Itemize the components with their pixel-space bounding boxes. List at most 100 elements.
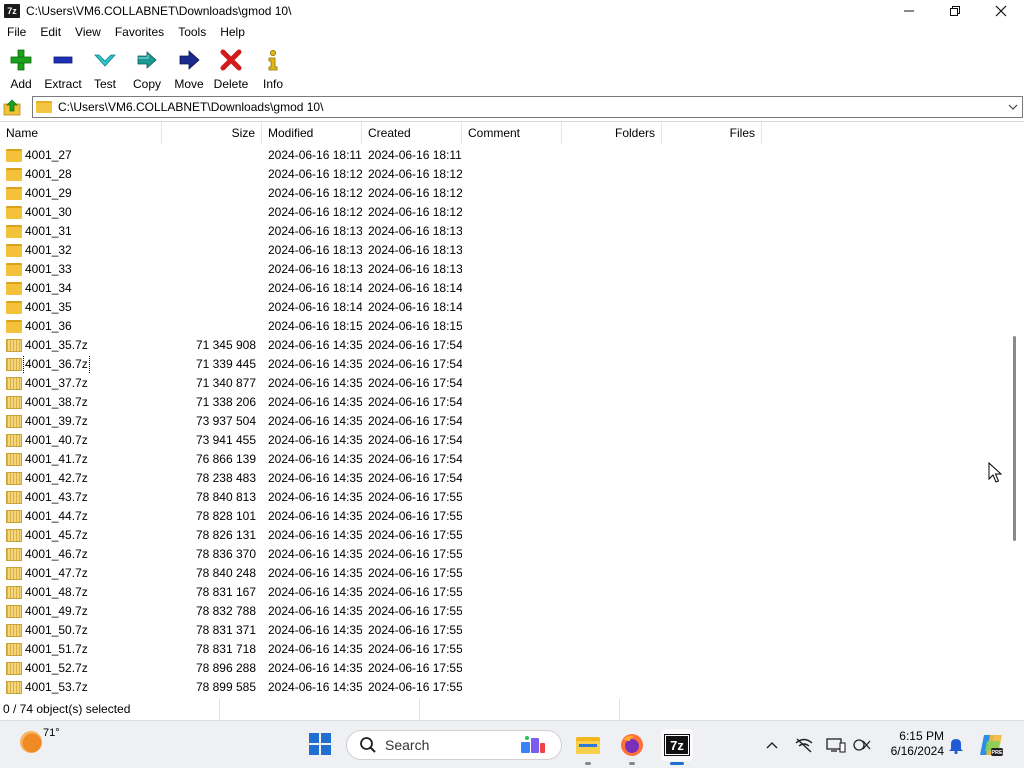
address-path[interactable]: C:\Users\VM6.COLLABNET\Downloads\gmod 10… bbox=[58, 100, 323, 114]
table-row[interactable]: 4001_47.7z 78 840 248 2024-06-16 14:35 2024… bbox=[0, 564, 1006, 583]
cell-name: 4001_43.7z bbox=[0, 488, 162, 507]
scrollbar-thumb[interactable] bbox=[1013, 336, 1016, 541]
menu-view[interactable]: View bbox=[68, 23, 108, 42]
start-button[interactable] bbox=[309, 733, 331, 755]
taskbar-7zip[interactable]: 7z bbox=[661, 729, 693, 765]
copilot-icon[interactable]: PRE bbox=[978, 731, 1006, 759]
table-row[interactable]: 4001_49.7z 78 832 788 2024-06-16 14:35 2024… bbox=[0, 602, 1006, 621]
menu-edit[interactable]: Edit bbox=[33, 23, 68, 42]
column-header-comment[interactable]: Comment bbox=[462, 122, 562, 144]
table-row[interactable]: 4001_35 2024-06-16 18:14 2024-06-16 18:14 bbox=[0, 298, 1006, 317]
cell-modified: 2024-06-16 18:13 bbox=[268, 243, 362, 257]
table-row[interactable]: 4001_41.7z 76 866 139 2024-06-16 14:35 2024… bbox=[0, 450, 1006, 469]
cell-name: 4001_41.7z bbox=[0, 450, 162, 469]
cell-name: 4001_33 bbox=[0, 260, 162, 279]
table-row[interactable]: 4001_45.7z 78 826 131 2024-06-16 14:35 2024… bbox=[0, 526, 1006, 545]
archive-file-icon bbox=[6, 605, 22, 618]
column-header-modified[interactable]: Modified bbox=[262, 122, 362, 144]
tray-overflow-button[interactable] bbox=[760, 733, 784, 757]
vertical-scrollbar[interactable] bbox=[1006, 122, 1024, 697]
table-row[interactable]: 4001_36.7z 71 339 445 2024-06-16 14:35 2024… bbox=[0, 355, 1006, 374]
column-header-created[interactable]: Created bbox=[362, 122, 462, 144]
window-title: C:\Users\VM6.COLLABNET\Downloads\gmod 10… bbox=[26, 4, 292, 18]
table-row[interactable]: 4001_44.7z 78 828 101 2024-06-16 14:35 2024… bbox=[0, 507, 1006, 526]
table-row[interactable]: 4001_32 2024-06-16 18:13 2024-06-16 18:13 bbox=[0, 241, 1006, 260]
cell-modified: 2024-06-16 18:15 bbox=[268, 319, 362, 333]
table-row[interactable]: 4001_29 2024-06-16 18:12 2024-06-16 18:12 bbox=[0, 184, 1006, 203]
notifications-button[interactable] bbox=[946, 733, 966, 757]
table-row[interactable]: 4001_28 2024-06-16 18:12 2024-06-16 18:12 bbox=[0, 165, 1006, 184]
table-row[interactable]: 4001_31 2024-06-16 18:13 2024-06-16 18:13 bbox=[0, 222, 1006, 241]
table-row[interactable]: 4001_40.7z 73 941 455 2024-06-16 14:35 2024… bbox=[0, 431, 1006, 450]
table-row[interactable]: 4001_37.7z 71 340 877 2024-06-16 14:35 2024… bbox=[0, 374, 1006, 393]
cell-modified: 2024-06-16 14:35 bbox=[268, 623, 362, 637]
add-button[interactable]: Add bbox=[0, 44, 42, 92]
test-button[interactable]: Test bbox=[84, 44, 126, 92]
column-header-name[interactable]: Name bbox=[0, 122, 162, 144]
cell-size bbox=[162, 317, 262, 336]
table-row[interactable]: 4001_46.7z 78 836 370 2024-06-16 14:35 2024… bbox=[0, 545, 1006, 564]
cell-modified: 2024-06-16 14:35 bbox=[268, 680, 362, 694]
table-row[interactable]: 4001_48.7z 78 831 167 2024-06-16 14:35 2024… bbox=[0, 583, 1006, 602]
cell-size bbox=[162, 184, 262, 203]
taskbar-clock[interactable]: 6:15 PM 6/16/2024 bbox=[880, 729, 944, 759]
table-row[interactable]: 4001_43.7z 78 840 813 2024-06-16 14:35 2024… bbox=[0, 488, 1006, 507]
column-header-files[interactable]: Files bbox=[662, 122, 762, 144]
table-row[interactable]: 4001_53.7z 78 899 585 2024-06-16 14:35 2024… bbox=[0, 678, 1006, 697]
cell-modified: 2024-06-16 18:11 bbox=[268, 148, 362, 162]
file-name: 4001_35 bbox=[25, 300, 72, 314]
taskbar-file-explorer[interactable] bbox=[572, 729, 604, 765]
weather-widget[interactable]: 71° bbox=[20, 727, 60, 753]
menu-file[interactable]: File bbox=[0, 23, 33, 42]
address-dropdown-button[interactable] bbox=[1006, 100, 1020, 114]
table-row[interactable]: 4001_33 2024-06-16 18:13 2024-06-16 18:13 bbox=[0, 260, 1006, 279]
cell-created: 2024-06-16 18:13 bbox=[368, 243, 462, 257]
table-row[interactable]: 4001_39.7z 73 937 504 2024-06-16 14:35 2024… bbox=[0, 412, 1006, 431]
tray-network[interactable] bbox=[792, 733, 816, 757]
copy-button[interactable]: Copy bbox=[126, 44, 168, 92]
x-icon bbox=[220, 49, 242, 71]
tray-accessibility[interactable] bbox=[850, 733, 874, 757]
menu-favorites[interactable]: Favorites bbox=[108, 23, 171, 42]
move-button[interactable]: Move bbox=[168, 44, 210, 92]
table-row[interactable]: 4001_38.7z 71 338 206 2024-06-16 14:35 2024… bbox=[0, 393, 1006, 412]
table-row[interactable]: 4001_52.7z 78 896 288 2024-06-16 14:35 2024… bbox=[0, 659, 1006, 678]
tray-display[interactable] bbox=[824, 733, 848, 757]
file-name: 4001_27 bbox=[25, 148, 72, 162]
cell-modified: 2024-06-16 14:35 bbox=[268, 395, 362, 409]
table-row[interactable]: 4001_50.7z 78 831 371 2024-06-16 14:35 2024… bbox=[0, 621, 1006, 640]
up-folder-button[interactable] bbox=[0, 95, 24, 119]
file-list-view[interactable]: Name Size Modified Created Comment Folde… bbox=[0, 121, 1024, 697]
cell-size: 78 828 101 bbox=[195, 509, 256, 523]
table-row[interactable]: 4001_27 2024-06-16 18:11 2024-06-16 18:11 bbox=[0, 146, 1006, 165]
cell-modified: 2024-06-16 14:35 bbox=[268, 338, 362, 352]
menu-help[interactable]: Help bbox=[213, 23, 252, 42]
column-header-size[interactable]: Size bbox=[162, 122, 262, 144]
taskbar-firefox[interactable] bbox=[616, 729, 648, 765]
archive-file-icon bbox=[6, 643, 22, 656]
extract-button[interactable]: Extract bbox=[42, 44, 84, 92]
up-arrow-folder-icon bbox=[3, 99, 21, 116]
table-row[interactable]: 4001_36 2024-06-16 18:15 2024-06-16 18:15 bbox=[0, 317, 1006, 336]
cell-modified: 2024-06-16 14:35 bbox=[268, 528, 362, 542]
menu-tools[interactable]: Tools bbox=[171, 23, 213, 42]
table-row[interactable]: 4001_42.7z 78 238 483 2024-06-16 14:35 2024… bbox=[0, 469, 1006, 488]
folder-icon bbox=[6, 225, 22, 238]
maximize-button[interactable] bbox=[932, 0, 978, 22]
cell-size: 78 840 813 bbox=[195, 490, 256, 504]
column-header-folders[interactable]: Folders bbox=[562, 122, 662, 144]
table-row[interactable]: 4001_35.7z 71 345 908 2024-06-16 14:35 2024… bbox=[0, 336, 1006, 355]
archive-file-icon bbox=[6, 510, 22, 523]
taskbar-search[interactable]: Search bbox=[346, 730, 562, 760]
cell-name: 4001_48.7z bbox=[0, 583, 162, 602]
minimize-button[interactable] bbox=[886, 0, 932, 22]
table-row[interactable]: 4001_30 2024-06-16 18:12 2024-06-16 18:12 bbox=[0, 203, 1006, 222]
close-button[interactable] bbox=[978, 0, 1024, 22]
address-bar[interactable]: C:\Users\VM6.COLLABNET\Downloads\gmod 10… bbox=[32, 96, 1023, 118]
cell-created: 2024-06-16 18:12 bbox=[368, 205, 462, 219]
table-row[interactable]: 4001_51.7z 78 831 718 2024-06-16 14:35 2024… bbox=[0, 640, 1006, 659]
info-button[interactable]: Info bbox=[252, 44, 294, 92]
test-label: Test bbox=[93, 77, 116, 91]
delete-button[interactable]: Delete bbox=[210, 44, 252, 92]
table-row[interactable]: 4001_34 2024-06-16 18:14 2024-06-16 18:14 bbox=[0, 279, 1006, 298]
